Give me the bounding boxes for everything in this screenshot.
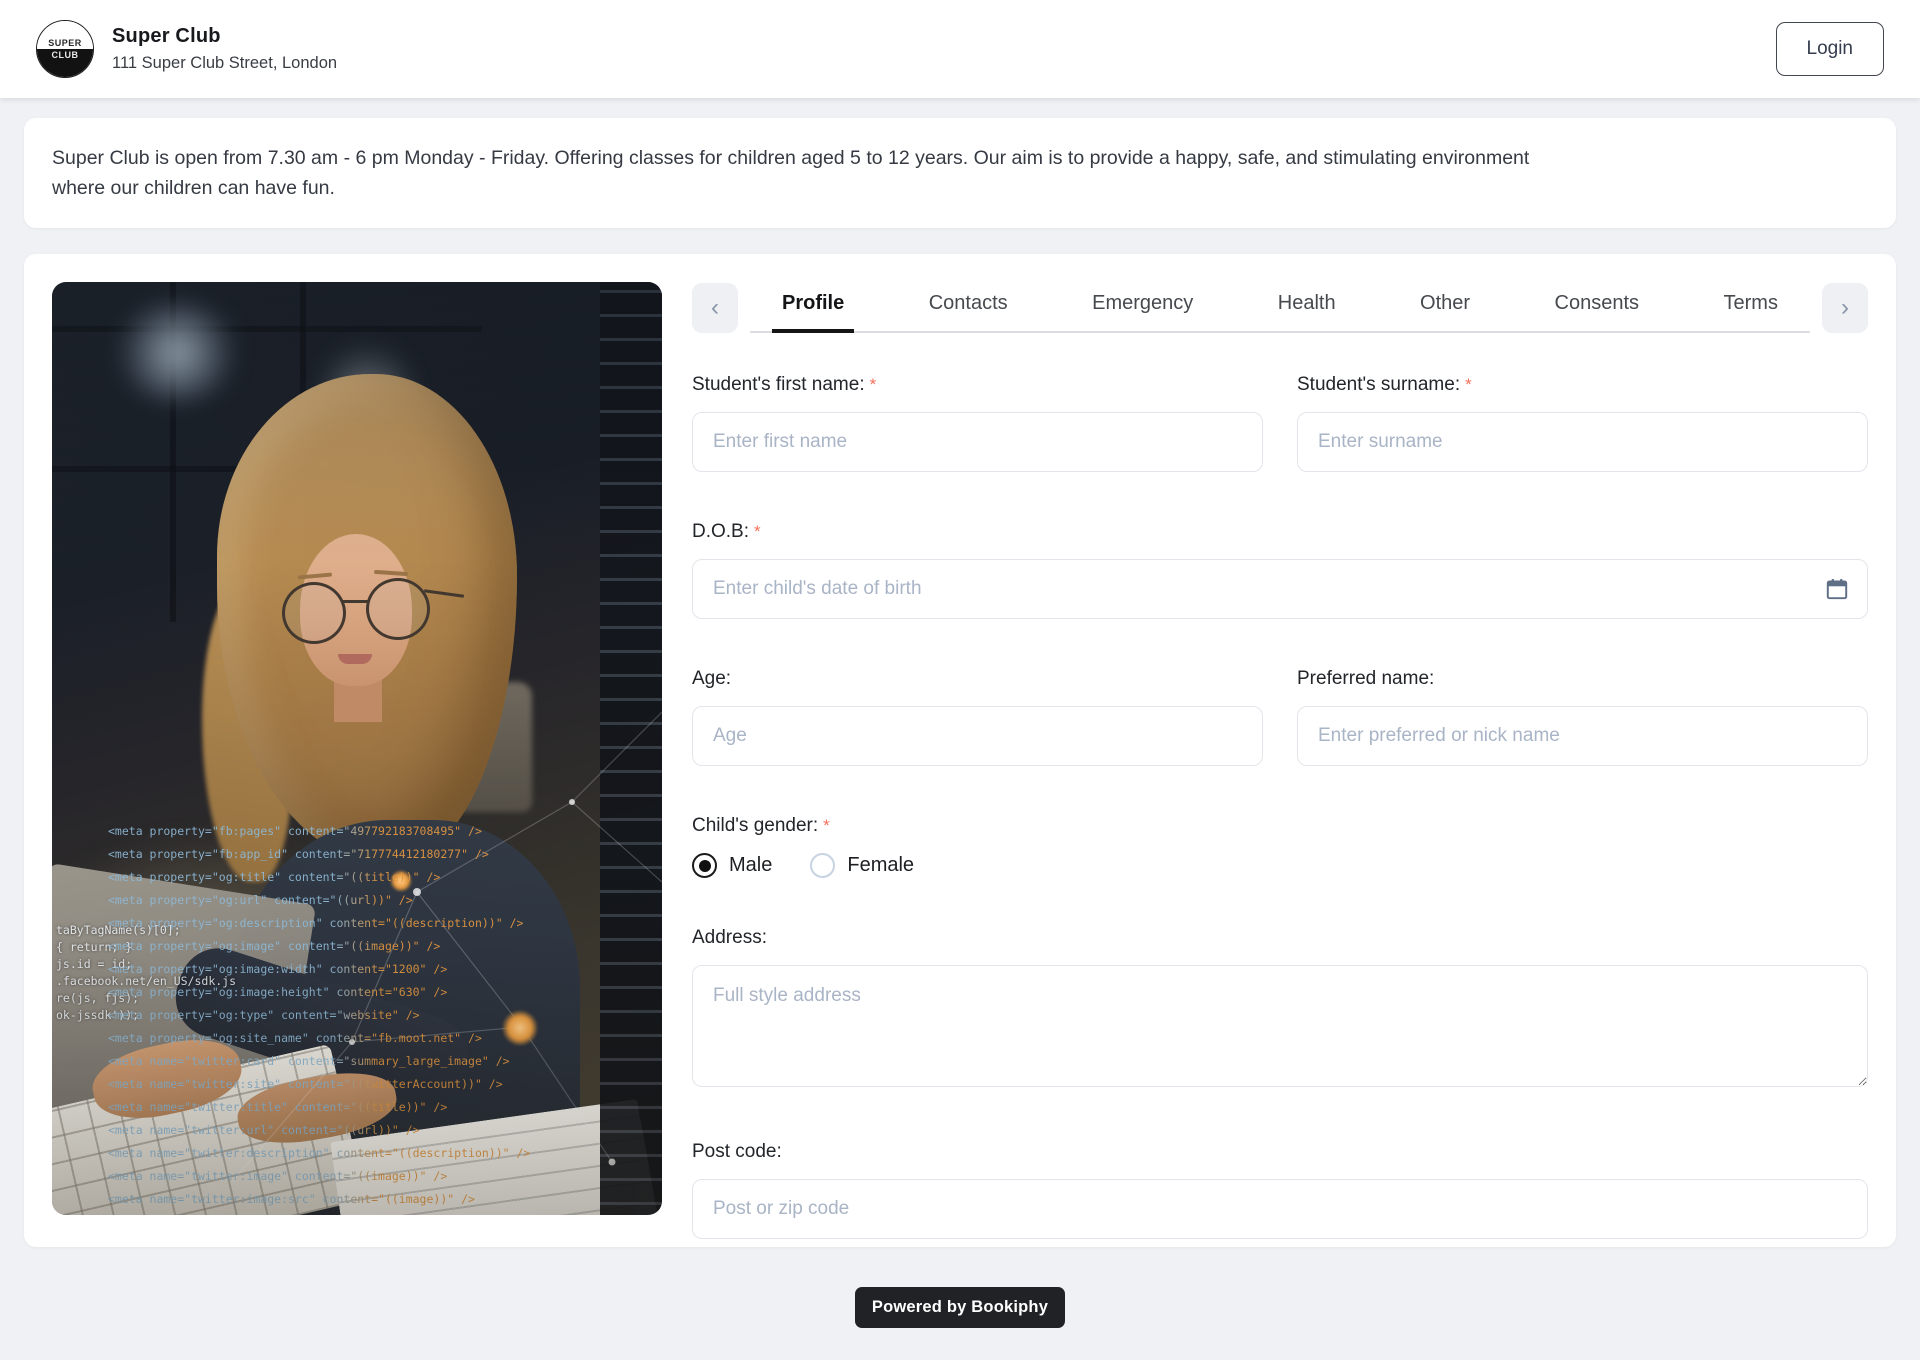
tabs-prev-button[interactable]: ‹ — [692, 283, 738, 333]
header-text: Super Club 111 Super Club Street, London — [112, 25, 337, 73]
first-name-field-group: Student's first name: * — [692, 373, 1263, 472]
preferred-name-input[interactable] — [1297, 706, 1868, 766]
profile-form: ‹ Profile Contacts Emergency Health Othe… — [692, 282, 1868, 1219]
tab-health[interactable]: Health — [1276, 282, 1338, 331]
post-code-input[interactable] — [692, 1179, 1868, 1239]
tab-consents[interactable]: Consents — [1553, 282, 1642, 331]
post-code-label: Post code: — [692, 1140, 1868, 1163]
dob-label: D.O.B: * — [692, 520, 1868, 543]
address-label-text: Address: — [692, 927, 767, 948]
tab-contacts[interactable]: Contacts — [927, 282, 1010, 331]
app-header: SUPER CLUB Super Club 111 Super Club Str… — [0, 0, 1920, 98]
tab-profile[interactable]: Profile — [780, 282, 846, 331]
surname-label: Student's surname: * — [1297, 373, 1868, 396]
tab-other[interactable]: Other — [1418, 282, 1472, 331]
gender-label-text: Child's gender: — [692, 815, 818, 836]
radio-unselected-icon — [810, 853, 835, 878]
first-name-input[interactable] — [692, 412, 1263, 472]
chevron-right-icon: › — [1841, 294, 1849, 322]
gender-field-group: Child's gender: * Male Female — [692, 814, 1868, 878]
surname-field-group: Student's surname: * — [1297, 373, 1868, 472]
required-asterisk: * — [1465, 375, 1472, 394]
dob-label-text: D.O.B: — [692, 521, 749, 542]
preferred-name-label: Preferred name: — [1297, 667, 1868, 690]
preferred-name-field-group: Preferred name: — [1297, 667, 1868, 766]
gender-option-female[interactable]: Female — [810, 853, 914, 878]
required-asterisk: * — [754, 522, 761, 541]
tab-terms[interactable]: Terms — [1722, 282, 1780, 331]
dob-field-group: D.O.B: * — [692, 520, 1868, 619]
dob-input[interactable] — [692, 559, 1868, 619]
info-banner: Super Club is open from 7.30 am - 6 pm M… — [24, 118, 1896, 228]
required-asterisk: * — [870, 375, 877, 394]
registration-card: taByTagName(s)[0]; { return; } js.id = i… — [24, 254, 1896, 1247]
club-logo: SUPER CLUB — [36, 20, 94, 78]
club-address: 111 Super Club Street, London — [112, 54, 337, 73]
hero-photo: taByTagName(s)[0]; { return; } js.id = i… — [52, 282, 662, 1215]
surname-input[interactable] — [1297, 412, 1868, 472]
surname-label-text: Student's surname: — [1297, 374, 1460, 395]
age-label: Age: — [692, 667, 1263, 690]
chevron-left-icon: ‹ — [711, 294, 719, 322]
address-field-group: Address: — [692, 926, 1868, 1092]
gender-male-label: Male — [729, 854, 772, 877]
gender-radio-group: Male Female — [692, 853, 1868, 878]
address-label: Address: — [692, 926, 1868, 949]
tabs-bar: ‹ Profile Contacts Emergency Health Othe… — [692, 282, 1868, 333]
gender-female-label: Female — [847, 854, 914, 877]
first-name-label-text: Student's first name: — [692, 374, 865, 395]
gender-label: Child's gender: * — [692, 814, 1868, 837]
tab-emergency[interactable]: Emergency — [1090, 282, 1195, 331]
required-asterisk: * — [823, 816, 830, 835]
first-name-label: Student's first name: * — [692, 373, 1263, 396]
address-textarea[interactable] — [692, 965, 1868, 1087]
info-banner-text: Super Club is open from 7.30 am - 6 pm M… — [52, 143, 1562, 203]
post-code-field-group: Post code: — [692, 1140, 1868, 1239]
club-name: Super Club — [112, 25, 337, 48]
age-field-group: Age: — [692, 667, 1263, 766]
post-code-label-text: Post code: — [692, 1141, 782, 1162]
tabs-next-button[interactable]: › — [1822, 283, 1868, 333]
calendar-icon[interactable] — [1824, 576, 1850, 602]
powered-by-badge[interactable]: Powered by Bookiphy — [855, 1287, 1065, 1328]
preferred-name-label-text: Preferred name: — [1297, 668, 1434, 689]
gender-option-male[interactable]: Male — [692, 853, 772, 878]
club-logo-bottom-text: CLUB — [37, 49, 93, 77]
age-input[interactable] — [692, 706, 1263, 766]
club-logo-top-text: SUPER — [37, 21, 93, 49]
login-button[interactable]: Login — [1776, 22, 1885, 76]
tabs-strip: Profile Contacts Emergency Health Other … — [750, 282, 1810, 333]
age-label-text: Age: — [692, 668, 731, 689]
photo-shade-overlay — [52, 282, 662, 1215]
radio-selected-icon — [692, 853, 717, 878]
